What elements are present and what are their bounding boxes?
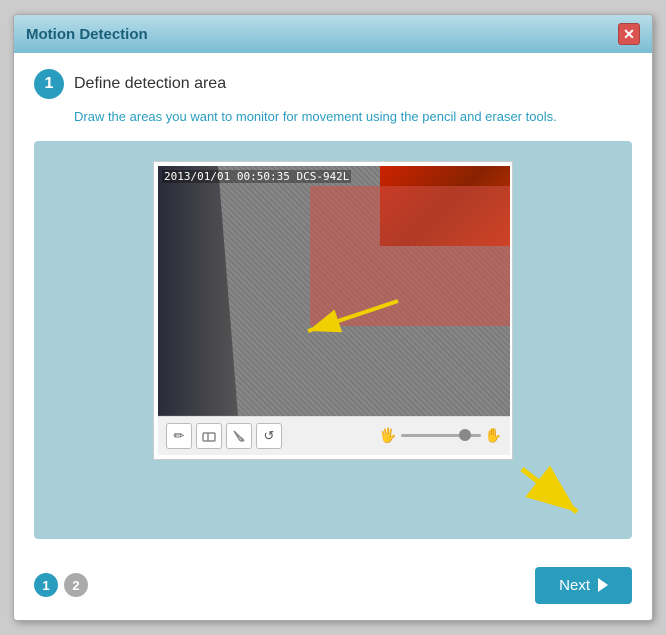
- motion-detection-dialog: Motion Detection ✕ 1 Define detection ar…: [13, 14, 653, 621]
- slider-thumb: [459, 429, 471, 441]
- dialog-titlebar: Motion Detection ✕: [14, 15, 652, 53]
- step-indicators: 1 2: [34, 573, 88, 597]
- step-title: Define detection area: [74, 75, 226, 93]
- size-slider[interactable]: [401, 434, 481, 437]
- eraser-button[interactable]: [196, 423, 222, 449]
- next-button-label: Next: [559, 577, 590, 594]
- big-yellow-arrow: [512, 464, 592, 519]
- camera-timestamp: 2013/01/01 00:50:35 DCS-942L: [162, 170, 351, 183]
- hand-grab-icon: ✋: [485, 427, 502, 444]
- camera-viewport[interactable]: 2013/01/01 00:50:35 DCS-942L: [158, 166, 510, 416]
- step-number-circle: 1: [34, 69, 64, 99]
- refresh-button[interactable]: ↺: [256, 423, 282, 449]
- next-button-arrow-icon: [598, 578, 608, 592]
- hand-open-icon: 🖐: [379, 427, 396, 444]
- step-dot-2: 2: [64, 573, 88, 597]
- step-description: Draw the areas you want to monitor for m…: [74, 107, 632, 127]
- pencil-button[interactable]: ✏: [166, 423, 192, 449]
- yellow-arrow-indicator: [288, 291, 408, 346]
- brush-button[interactable]: [226, 423, 252, 449]
- camera-toolbar: ✏ ↺: [158, 416, 510, 455]
- dialog-title: Motion Detection: [26, 26, 148, 43]
- dialog-footer: 1 2 Next: [14, 555, 652, 620]
- next-button[interactable]: Next: [535, 567, 632, 604]
- camera-area: 2013/01/01 00:50:35 DCS-942L: [34, 141, 632, 539]
- big-arrow-container: [54, 464, 612, 519]
- step-dot-1: 1: [34, 573, 58, 597]
- dialog-body: 1 Define detection area Draw the areas y…: [14, 53, 652, 555]
- close-button[interactable]: ✕: [618, 23, 640, 45]
- step-header: 1 Define detection area: [34, 69, 632, 99]
- slider-area: 🖐 ✋: [379, 427, 502, 444]
- camera-container: 2013/01/01 00:50:35 DCS-942L: [153, 161, 513, 460]
